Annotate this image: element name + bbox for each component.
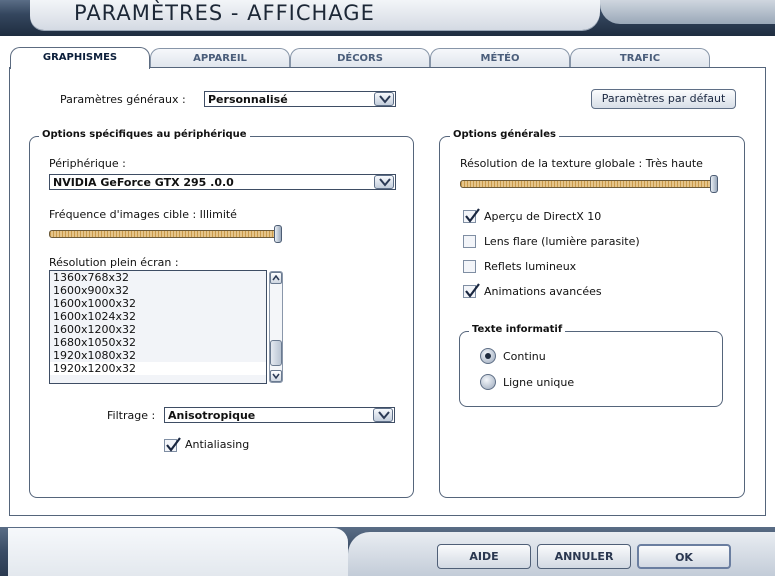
list-item-selected[interactable]: 1920x1200x32 <box>50 362 266 375</box>
single-line-radio[interactable] <box>480 374 496 390</box>
tab-graphismes[interactable]: GRAPHISMES <box>10 47 150 69</box>
arrow-down-icon[interactable] <box>270 370 282 382</box>
checkmark-icon <box>465 208 480 223</box>
device-label: Périphérique : <box>49 157 126 170</box>
checkmark-icon <box>465 283 480 298</box>
title-bar-ornament <box>600 0 775 24</box>
light-reflections-checkbox[interactable] <box>463 260 476 273</box>
continuous-label[interactable]: Continu <box>503 350 546 363</box>
resolution-list[interactable]: 1360x768x32 1600x900x32 1600x1000x32 160… <box>49 270 267 384</box>
resolution-label: Résolution plein écran : <box>49 256 179 269</box>
lens-flare-label[interactable]: Lens flare (lumière parasite) <box>484 235 640 248</box>
help-button[interactable]: AIDE <box>437 544 531 569</box>
list-item[interactable]: 1360x768x32 <box>50 271 266 284</box>
page-title: PARAMÈTRES - AFFICHAGE <box>74 1 375 25</box>
list-item[interactable]: 1600x1024x32 <box>50 310 266 323</box>
checkmark-icon <box>166 437 181 452</box>
filter-select[interactable]: Anisotropique <box>164 407 395 423</box>
list-item[interactable]: 1600x900x32 <box>50 284 266 297</box>
slider-thumb[interactable] <box>710 175 718 193</box>
directx10-label[interactable]: Aperçu de DirectX 10 <box>484 210 601 223</box>
radio-dot <box>485 353 491 359</box>
tab-appareil[interactable]: APPAREIL <box>150 48 290 68</box>
resolution-scrollbar[interactable] <box>269 271 283 383</box>
tab-trafic[interactable]: TRAFIC <box>570 48 710 68</box>
framerate-label: Fréquence d'images cible : Illimité <box>49 208 237 221</box>
device-select[interactable]: NVIDIA GeForce GTX 295 .0.0 <box>49 174 396 190</box>
general-options-group <box>439 136 745 498</box>
status-area <box>8 528 348 576</box>
arrow-up-icon[interactable] <box>270 272 282 284</box>
texture-resolution-slider[interactable] <box>460 175 718 193</box>
general-settings-value: Personnalisé <box>208 93 288 106</box>
list-item[interactable]: 1920x1080x32 <box>50 349 266 362</box>
filter-value: Anisotropique <box>168 409 256 422</box>
directx10-checkbox[interactable] <box>463 208 480 223</box>
general-settings-label: Paramètres généraux : <box>60 93 186 106</box>
antialiasing-checkbox[interactable] <box>164 437 181 452</box>
antialiasing-label[interactable]: Antialiasing <box>185 438 249 451</box>
chevron-down-icon[interactable] <box>374 92 394 106</box>
lens-flare-checkbox[interactable] <box>463 235 476 248</box>
cancel-button[interactable]: ANNULER <box>537 544 631 569</box>
advanced-animations-label[interactable]: Animations avancées <box>484 285 602 298</box>
list-item[interactable]: 1600x1200x32 <box>50 323 266 336</box>
tab-decors[interactable]: DÉCORS <box>290 48 430 68</box>
scrollbar-thumb[interactable] <box>270 340 282 366</box>
general-settings-select[interactable]: Personnalisé <box>204 91 396 107</box>
chevron-down-icon[interactable] <box>373 408 393 422</box>
slider-track <box>49 230 282 238</box>
tab-meteo[interactable]: MÉTÉO <box>430 48 570 68</box>
light-reflections-label[interactable]: Reflets lumineux <box>484 260 576 273</box>
continuous-radio[interactable] <box>480 348 496 364</box>
list-item[interactable]: 1680x1050x32 <box>50 336 266 349</box>
info-text-group <box>459 331 723 407</box>
texture-resolution-label: Résolution de la texture globale : Très … <box>460 157 703 170</box>
info-text-title: Texte informatif <box>469 324 566 335</box>
ok-button[interactable]: OK <box>637 544 731 569</box>
slider-thumb[interactable] <box>274 225 282 243</box>
advanced-animations-checkbox[interactable] <box>463 283 480 298</box>
chevron-down-icon[interactable] <box>374 175 394 189</box>
single-line-label[interactable]: Ligne unique <box>503 376 574 389</box>
filter-label: Filtrage : <box>107 409 156 422</box>
general-options-title: Options générales <box>450 129 559 140</box>
default-settings-button[interactable]: Paramètres par défaut <box>591 89 736 109</box>
list-item[interactable]: 1600x1000x32 <box>50 297 266 310</box>
slider-track <box>460 180 718 188</box>
device-options-title: Options spécifiques au périphérique <box>39 129 250 140</box>
framerate-slider[interactable] <box>49 225 282 243</box>
device-value: NVIDIA GeForce GTX 295 .0.0 <box>53 176 234 189</box>
